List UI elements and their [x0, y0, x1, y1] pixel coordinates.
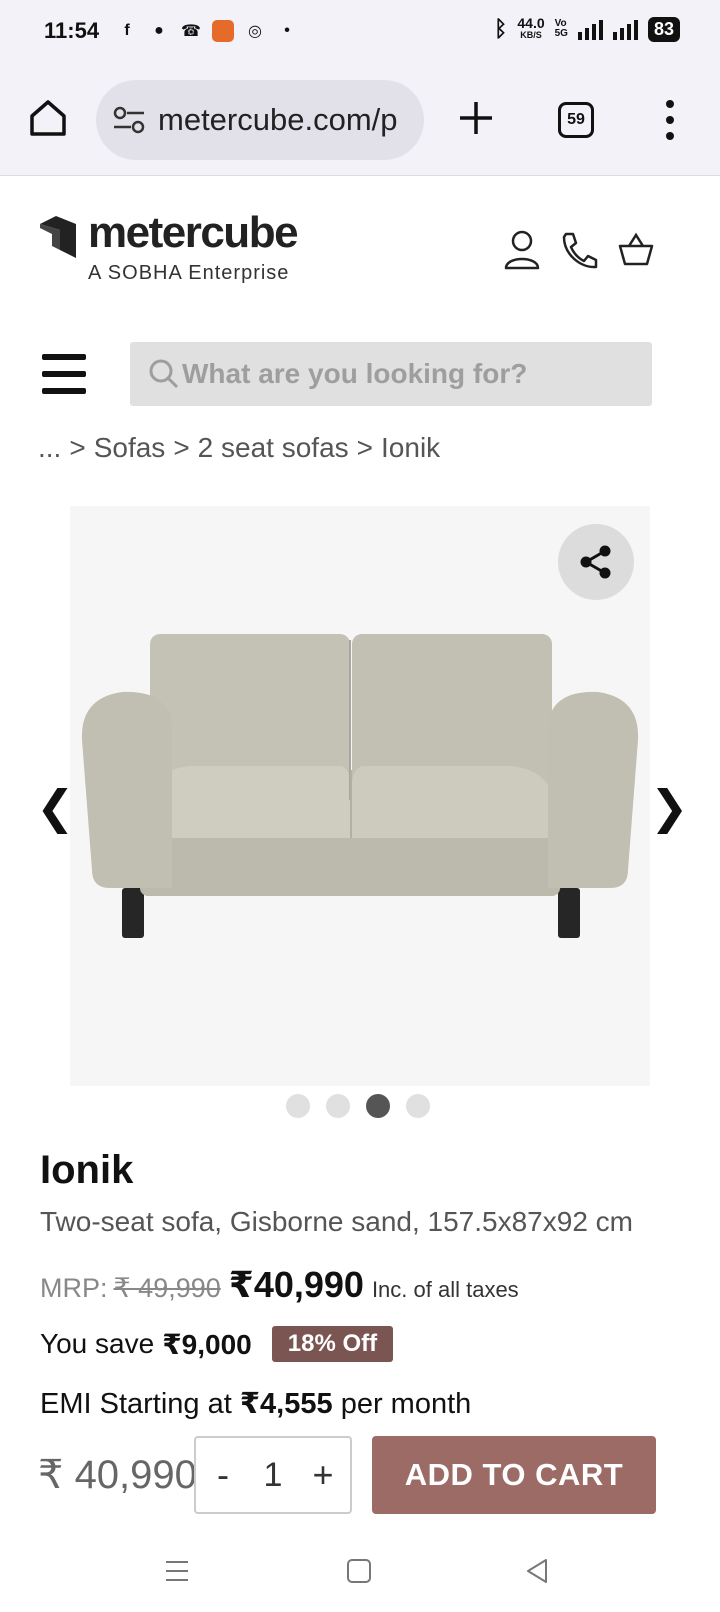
gallery-dot-active[interactable] [366, 1094, 390, 1118]
breadcrumb-separator: > [356, 432, 374, 463]
tab-switcher-button[interactable]: 59 [558, 102, 594, 138]
mrp-value: ₹ 49,990 [113, 1273, 221, 1303]
product-description: Two-seat sofa, Gisborne sand, 157.5x87x9… [40, 1206, 633, 1237]
phone-icon[interactable] [558, 228, 598, 272]
brand-name: metercube [88, 208, 299, 257]
chat-icon: ● [154, 22, 164, 39]
quantity-value[interactable]: 1 [264, 1456, 283, 1495]
net-speed-unit: KB/S [520, 30, 542, 40]
system-nav-bar [0, 1536, 720, 1612]
savings-label: You save [40, 1328, 155, 1359]
browser-menu-icon[interactable] [664, 100, 676, 140]
breadcrumb-2-seat-sofas[interactable]: 2 seat sofas [198, 432, 349, 464]
url-text: metercube.com/p [158, 102, 398, 137]
status-bar: 11:54 f ● ☎ ◎ • ᛒ 44.0 KB/S Vo 5G 83 [0, 0, 720, 64]
savings-value: ₹9,000 [162, 1328, 252, 1360]
gallery-next-button[interactable]: ❯ [650, 780, 689, 834]
mrp-label: MRP: [40, 1273, 108, 1303]
breadcrumb-sofas[interactable]: Sofas [94, 432, 166, 464]
quantity-stepper: - 1 + [194, 1436, 352, 1514]
gallery-prev-button[interactable]: ❮ [36, 780, 75, 834]
brand-tagline: A SOBHA Enterprise [88, 262, 290, 284]
gallery-dot[interactable] [326, 1094, 350, 1118]
home-icon[interactable] [26, 96, 70, 140]
search-bar[interactable] [130, 342, 652, 406]
network-speed: 44.0 KB/S [517, 16, 544, 41]
missed-call-icon: ☎ [181, 23, 201, 40]
share-button[interactable] [558, 524, 634, 600]
breadcrumb: ... > Sofas > 2 seat sofas > Ionik [38, 432, 440, 464]
bluetooth-icon: ᛒ [494, 16, 508, 41]
search-icon [149, 359, 179, 389]
emi-suffix: per month [340, 1388, 472, 1420]
cart-icon[interactable] [616, 228, 656, 272]
new-tab-icon[interactable] [456, 98, 496, 138]
site-settings-icon[interactable] [112, 105, 146, 135]
notification-icons: f ● ☎ ◎ • [116, 20, 298, 42]
emi-prefix: EMI Starting at [40, 1388, 232, 1420]
site-logo[interactable]: metercube A SOBHA Enterprise [38, 208, 328, 288]
battery-icon: 83 [647, 16, 680, 42]
status-right: ᛒ 44.0 KB/S Vo 5G 83 [494, 16, 680, 42]
price-row: MRP: ₹ 49,990 ₹40,990 Inc. of all taxes [40, 1264, 519, 1306]
breadcrumb-current: Ionik [381, 432, 441, 463]
breadcrumb-separator: > [173, 432, 190, 463]
breadcrumb-ellipsis[interactable]: ... [38, 432, 61, 464]
increment-button[interactable]: + [308, 1454, 338, 1496]
savings-row: You save ₹9,000 18% Off [40, 1326, 394, 1362]
gallery-pagination [286, 1094, 430, 1118]
breadcrumb-separator: > [69, 432, 86, 463]
menu-icon[interactable] [42, 354, 86, 394]
signal-5g-icon [577, 18, 603, 40]
emi-value: ₹4,555 [239, 1388, 333, 1420]
logo-mark-icon [40, 216, 76, 258]
gallery-dot[interactable] [406, 1094, 430, 1118]
home-nav-icon[interactable] [344, 1556, 374, 1586]
decrement-button[interactable]: - [208, 1454, 238, 1496]
account-icon[interactable] [502, 228, 542, 272]
discount-badge: 18% Off [271, 1326, 394, 1362]
search-input[interactable] [182, 358, 642, 390]
share-icon [580, 545, 611, 579]
add-to-cart-button[interactable]: ADD TO CART [372, 1436, 656, 1514]
browser-toolbar: metercube.com/p 59 [0, 64, 720, 176]
more-notifications-icon: • [284, 22, 290, 39]
product-title: Ionik [40, 1148, 134, 1192]
signal-icon [612, 18, 638, 40]
app-notification-icon [212, 20, 234, 42]
emi-info: EMI Starting at ₹4,555 per month [40, 1386, 471, 1421]
cart-total: ₹ 40,990 [38, 1453, 197, 1497]
selling-price: ₹40,990 [228, 1264, 364, 1305]
back-icon[interactable] [522, 1556, 552, 1586]
tax-note: Inc. of all taxes [371, 1277, 519, 1302]
status-time: 11:54 [44, 18, 100, 43]
gallery-dot[interactable] [286, 1094, 310, 1118]
instagram-icon: ◎ [248, 23, 262, 40]
address-bar[interactable]: metercube.com/p [96, 80, 424, 160]
recents-icon[interactable] [162, 1556, 192, 1586]
volte-icon: Vo 5G [554, 18, 568, 39]
product-image [81, 634, 639, 938]
facebook-icon: f [124, 22, 130, 39]
